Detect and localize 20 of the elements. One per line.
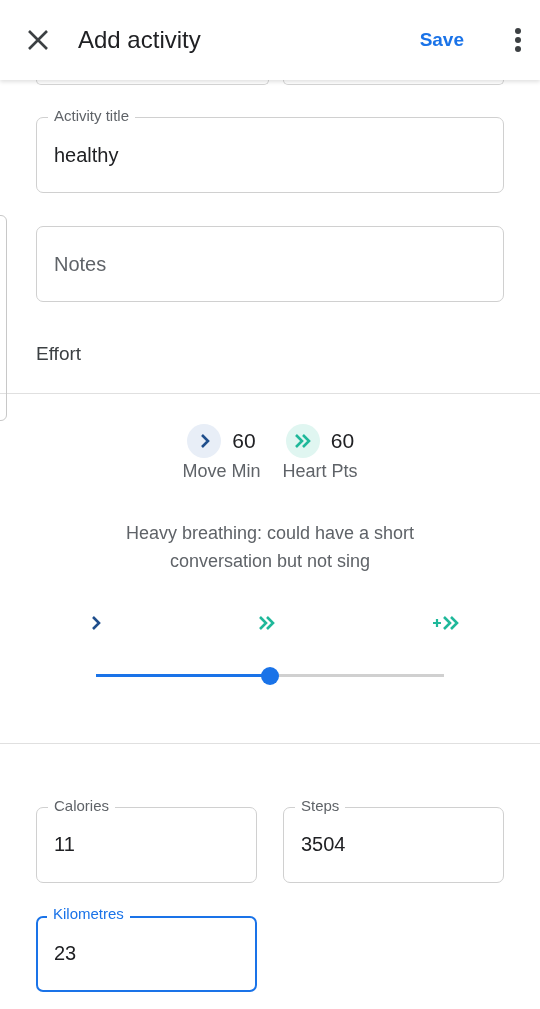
effort-description: Heavy breathing: could have a short conversation but not sing [124, 521, 416, 573]
stat-label: Heart Pts [282, 459, 358, 483]
stat-value: 60 [330, 427, 355, 454]
more-icon [514, 27, 522, 53]
screen-title: Add activity [78, 25, 202, 55]
plus-double-chevron-icon [432, 614, 459, 631]
notes-field[interactable]: Notes [36, 226, 504, 302]
section-label: Effort [36, 342, 83, 366]
stat-label: Move Min [182, 459, 261, 483]
close-button[interactable] [26, 28, 50, 52]
chevron-icon [198, 432, 210, 449]
double-chevron-icon [258, 614, 275, 631]
field-label: Activity title [48, 107, 135, 125]
save-button[interactable]: Save [409, 19, 474, 61]
more-options-button[interactable] [514, 27, 522, 53]
double-chevron-icon [294, 432, 312, 449]
slider-thumb[interactable] [261, 666, 279, 685]
close-icon [26, 28, 50, 52]
chevron-icon [90, 614, 101, 631]
stat-value: 60 [232, 427, 256, 454]
